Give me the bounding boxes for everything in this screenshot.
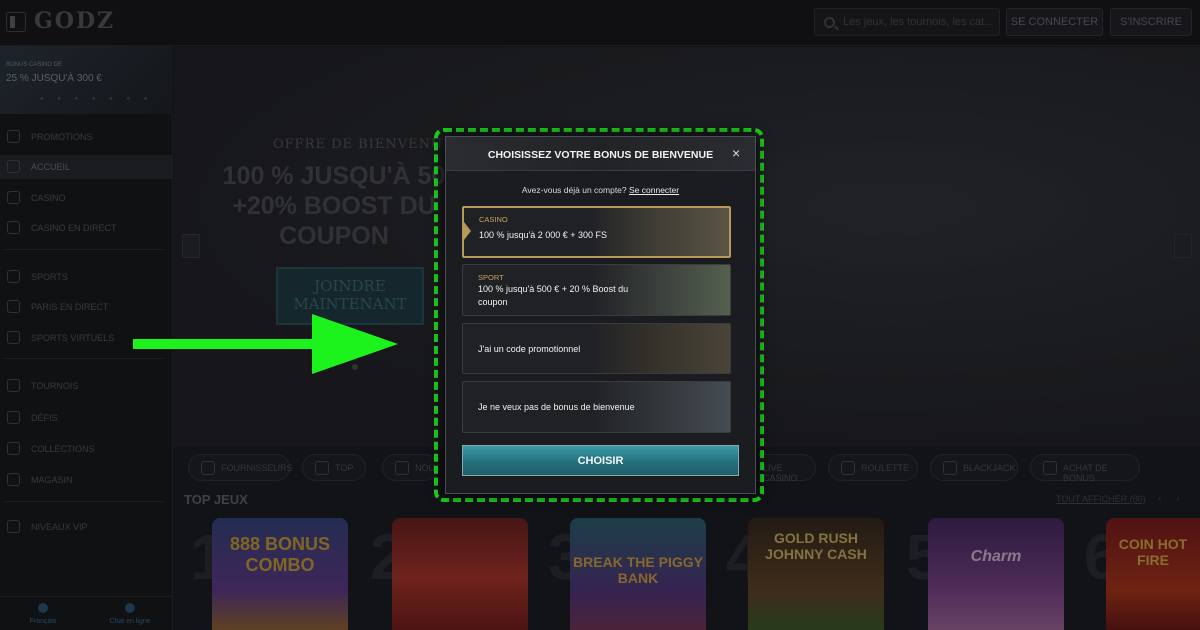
bonus-option-casino[interactable]: CASINO 100 % jusqu'à 2 000 € + 300 FS (462, 206, 731, 258)
close-icon[interactable]: × (732, 145, 746, 161)
page: GODZ Les jeux, les tournois, les cat... … (0, 0, 1200, 630)
annotation-arrow-shaft (133, 339, 333, 349)
bonus-option-promo-code[interactable]: J'ai un code promotionnel (462, 323, 731, 374)
bonus-option-text: 100 % jusqu'à 500 € + 20 % Boost du coup… (478, 284, 629, 307)
welcome-bonus-modal: CHOISISSEZ VOTRE BONUS DE BIENVENUE × Av… (445, 136, 756, 494)
choose-button[interactable]: CHOISIR (462, 445, 739, 476)
login-link[interactable]: Se connecter (629, 185, 679, 195)
selected-caret-icon (464, 222, 471, 240)
modal-header: CHOISISSEZ VOTRE BONUS DE BIENVENUE × (446, 137, 755, 171)
bonus-option-category: CASINO (479, 215, 508, 224)
bonus-option-text: Je ne veux pas de bonus de bienvenue (478, 402, 635, 412)
bonus-option-sport[interactable]: SPORT 100 % jusqu'à 500 € + 20 % Boost d… (462, 264, 731, 316)
account-prompt: Avez-vous déjà un compte? Se connecter (446, 185, 755, 195)
bonus-option-no-bonus[interactable]: Je ne veux pas de bonus de bienvenue (462, 381, 731, 433)
bonus-option-text: J'ai un code promotionnel (478, 344, 581, 354)
annotation-arrow-icon (312, 314, 398, 374)
account-prompt-text: Avez-vous déjà un compte? (521, 185, 627, 195)
bonus-option-category: SPORT (478, 273, 504, 282)
bonus-option-text: 100 % jusqu'à 2 000 € + 300 FS (479, 230, 608, 240)
modal-title: CHOISISSEZ VOTRE BONUS DE BIENVENUE (487, 149, 714, 161)
